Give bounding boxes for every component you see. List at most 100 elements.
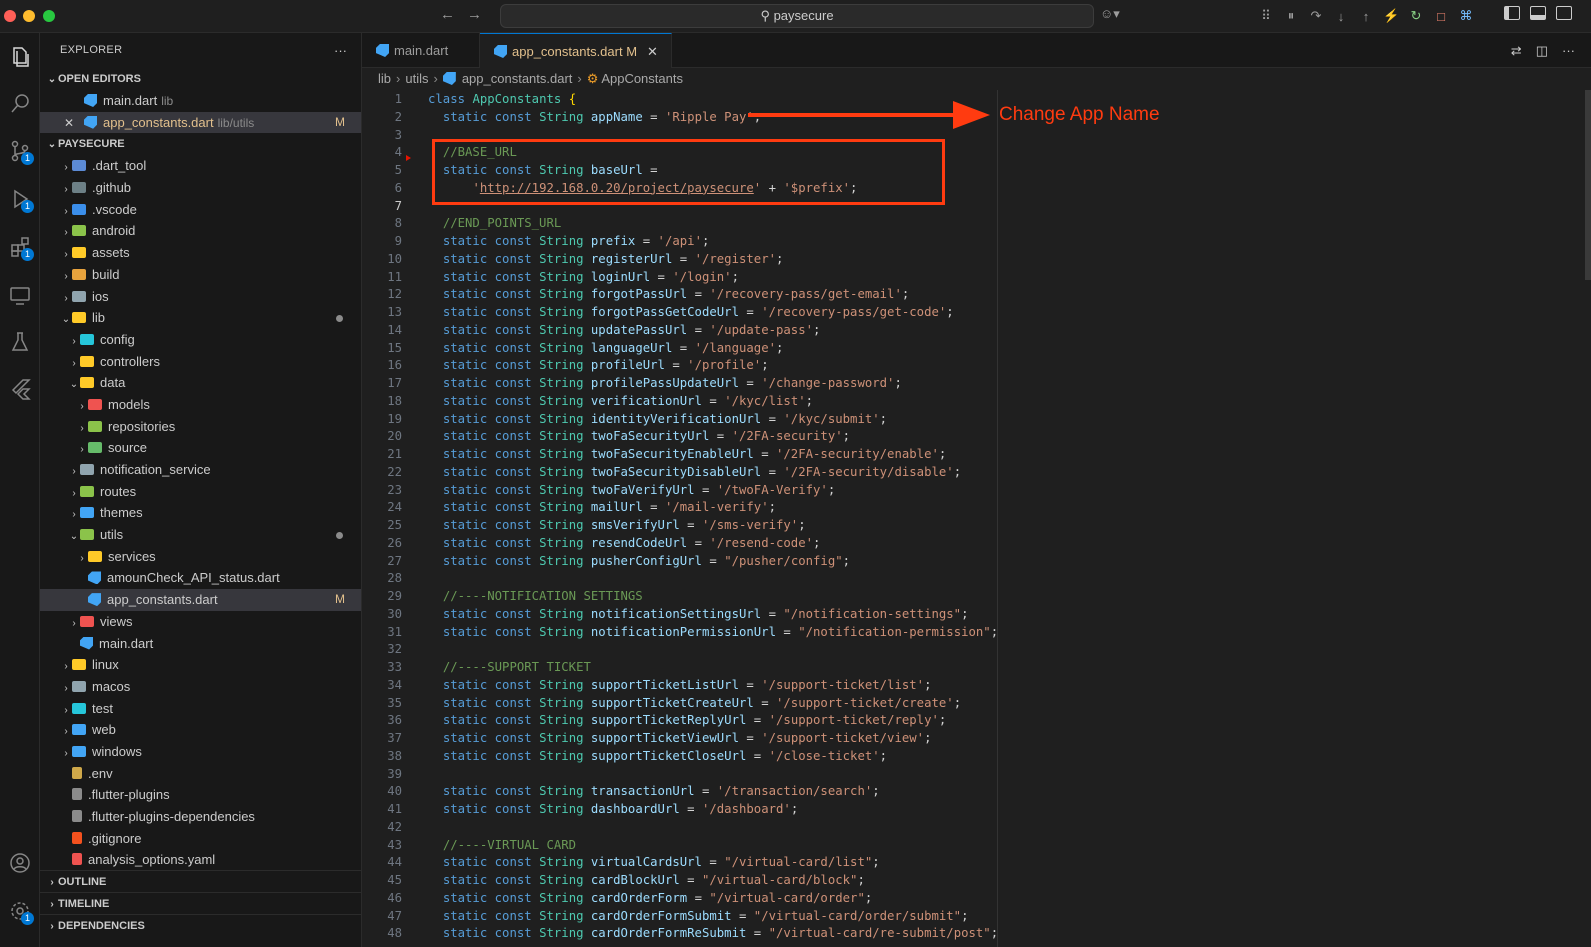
code-line[interactable]: 26 static const String resendCodeUrl = '…: [362, 535, 1562, 553]
tree-item-views[interactable]: › views: [40, 611, 361, 633]
breadcrumb-utils[interactable]: utils: [405, 71, 428, 86]
run-debug-icon[interactable]: 1: [4, 183, 36, 215]
close-window-button[interactable]: [4, 10, 16, 22]
code-line[interactable]: 33 //----SUPPORT TICKET: [362, 659, 1562, 677]
code-line[interactable]: 48 static const String cardOrderFormReSu…: [362, 925, 1562, 943]
explorer-more-icon[interactable]: ···: [334, 33, 347, 68]
drag-handle-icon[interactable]: ⠿: [1258, 8, 1274, 24]
tree-item-vscode[interactable]: › .vscode: [40, 199, 361, 221]
editor-scrollbar[interactable]: [1585, 90, 1591, 280]
code-line[interactable]: 37 static const String supportTicketView…: [362, 730, 1562, 748]
tree-item-linux[interactable]: › linux: [40, 654, 361, 676]
inspect-icon[interactable]: ⌘: [1458, 8, 1474, 24]
tab-main-dart[interactable]: main.dart: [362, 33, 480, 68]
code-line[interactable]: 30 static const String notificationSetti…: [362, 606, 1562, 624]
toggle-secondary-sidebar-icon[interactable]: [1556, 6, 1572, 20]
outline-header[interactable]: › OUTLINE: [40, 870, 362, 892]
hot-reload-icon[interactable]: ⚡: [1383, 8, 1399, 24]
code-line[interactable]: 19 static const String identityVerificat…: [362, 411, 1562, 429]
step-over-icon[interactable]: ↷: [1308, 8, 1324, 24]
tree-item-windows[interactable]: › windows: [40, 741, 361, 763]
tree-item-controllers[interactable]: › controllers: [40, 351, 361, 373]
open-editor-item-active[interactable]: ✕ app_constants.dart lib/utils M: [40, 111, 361, 135]
flutter-icon[interactable]: [4, 373, 36, 405]
code-line[interactable]: 38 static const String supportTicketClos…: [362, 748, 1562, 766]
remote-explorer-icon[interactable]: [4, 279, 36, 311]
explorer-icon[interactable]: [4, 41, 36, 73]
command-center-search[interactable]: ⚲ paysecure: [500, 4, 1094, 28]
code-line[interactable]: 42: [362, 819, 1562, 837]
code-line[interactable]: 16 static const String profileUrl = '/pr…: [362, 357, 1562, 375]
maximize-window-button[interactable]: [43, 10, 55, 22]
open-editor-item[interactable]: main.dart lib: [40, 90, 361, 112]
code-line[interactable]: 47 static const String cardOrderFormSubm…: [362, 908, 1562, 926]
tree-item-utils[interactable]: ⌄ utils: [40, 524, 361, 546]
code-line[interactable]: 31 static const String notificationPermi…: [362, 624, 1562, 642]
toggle-sidebar-icon[interactable]: [1504, 6, 1520, 20]
code-line[interactable]: 24 static const String mailUrl = '/mail-…: [362, 499, 1562, 517]
tree-item-flutter-plugins-dependencies[interactable]: .flutter-plugins-dependencies: [40, 806, 361, 828]
tree-item-gitignore[interactable]: .gitignore: [40, 828, 361, 850]
close-tab-icon[interactable]: ✕: [647, 44, 658, 59]
code-line[interactable]: 43 //----VIRTUAL CARD: [362, 837, 1562, 855]
code-line[interactable]: 46 static const String cardOrderForm = "…: [362, 890, 1562, 908]
project-header[interactable]: ⌄ PAYSECURE: [40, 133, 361, 155]
breadcrumb-lib[interactable]: lib: [378, 71, 391, 86]
toggle-panel-icon[interactable]: [1530, 6, 1546, 20]
code-line[interactable]: 28: [362, 570, 1562, 588]
tree-item-android[interactable]: › android: [40, 220, 361, 242]
accounts-icon[interactable]: [4, 847, 36, 879]
tree-item-test[interactable]: › test: [40, 698, 361, 720]
code-line[interactable]: 36 static const String supportTicketRepl…: [362, 712, 1562, 730]
tree-item-assets[interactable]: › assets: [40, 242, 361, 264]
step-into-icon[interactable]: ↓: [1333, 9, 1349, 24]
tree-item-config[interactable]: › config: [40, 329, 361, 351]
copilot-icon[interactable]: ☺▾: [1100, 6, 1120, 22]
tree-item-github[interactable]: › .github: [40, 177, 361, 199]
code-line[interactable]: 27 static const String pusherConfigUrl =…: [362, 553, 1562, 571]
code-line[interactable]: 39: [362, 766, 1562, 784]
code-line[interactable]: 45 static const String cardBlockUrl = "/…: [362, 872, 1562, 890]
tree-item-data[interactable]: ⌄ data: [40, 372, 361, 394]
tree-item-app-constants-dart[interactable]: app_constants.dart M: [40, 589, 361, 611]
tree-item-build[interactable]: › build: [40, 264, 361, 286]
code-line[interactable]: 12 static const String forgotPassUrl = '…: [362, 286, 1562, 304]
code-line[interactable]: 11 static const String loginUrl = '/logi…: [362, 269, 1562, 287]
manage-gear-icon[interactable]: 1: [4, 895, 36, 927]
code-line[interactable]: 17 static const String profilePassUpdate…: [362, 375, 1562, 393]
tree-item-lib[interactable]: ⌄ lib: [40, 307, 361, 329]
code-line[interactable]: 23 static const String twoFaVerifyUrl = …: [362, 482, 1562, 500]
code-line[interactable]: 29 //----NOTIFICATION SETTINGS: [362, 588, 1562, 606]
code-line[interactable]: 40 static const String transactionUrl = …: [362, 783, 1562, 801]
tree-item-env[interactable]: .env: [40, 763, 361, 785]
code-line[interactable]: 15 static const String languageUrl = '/l…: [362, 340, 1562, 358]
testing-icon[interactable]: [4, 326, 36, 358]
extensions-icon[interactable]: 1: [4, 231, 36, 263]
tree-item-models[interactable]: › models: [40, 394, 361, 416]
code-line[interactable]: 44 static const String virtualCardsUrl =…: [362, 854, 1562, 872]
code-line[interactable]: 13 static const String forgotPassGetCode…: [362, 304, 1562, 322]
more-actions-icon[interactable]: ···: [1562, 43, 1575, 59]
tree-item-dart-tool[interactable]: › .dart_tool: [40, 155, 361, 177]
dependencies-header[interactable]: › DEPENDENCIES: [40, 914, 362, 936]
stop-icon[interactable]: □: [1433, 9, 1449, 24]
forward-arrow-icon[interactable]: →: [467, 6, 482, 23]
tree-item-macos[interactable]: › macos: [40, 676, 361, 698]
code-line[interactable]: 41 static const String dashboardUrl = '/…: [362, 801, 1562, 819]
pause-icon[interactable]: ⏸: [1283, 8, 1299, 24]
tree-item-routes[interactable]: › routes: [40, 481, 361, 503]
code-line[interactable]: 32: [362, 641, 1562, 659]
code-line[interactable]: 9 static const String prefix = '/api';: [362, 233, 1562, 251]
search-view-icon[interactable]: [4, 88, 36, 120]
restart-icon[interactable]: ↻: [1408, 8, 1424, 24]
code-line[interactable]: 8 //END_POINTS_URL: [362, 215, 1562, 233]
tree-item-ios[interactable]: › ios: [40, 286, 361, 308]
code-line[interactable]: 10 static const String registerUrl = '/r…: [362, 251, 1562, 269]
tree-item-flutter-plugins[interactable]: .flutter-plugins: [40, 784, 361, 806]
close-editor-icon[interactable]: ✕: [64, 113, 84, 135]
code-line[interactable]: 35 static const String supportTicketCrea…: [362, 695, 1562, 713]
code-editor[interactable]: 1 class AppConstants {2 static const Stri…: [362, 90, 1591, 947]
tree-item-services[interactable]: › services: [40, 546, 361, 568]
breadcrumb-file[interactable]: app_constants.dart: [462, 71, 573, 86]
minimize-window-button[interactable]: [23, 10, 35, 22]
